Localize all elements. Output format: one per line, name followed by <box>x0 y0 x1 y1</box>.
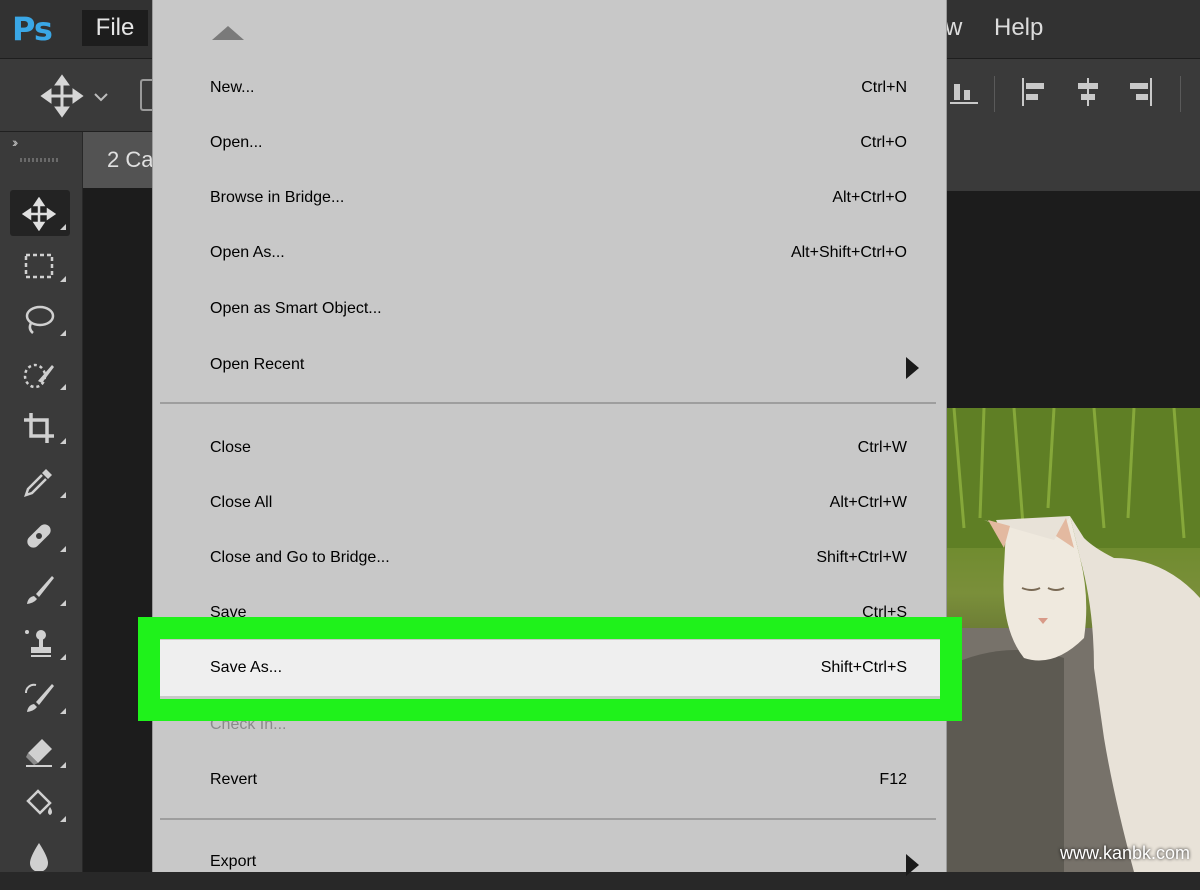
drop-icon <box>30 843 48 871</box>
move-tool-icon[interactable] <box>40 74 84 118</box>
options-separator <box>994 76 995 112</box>
healing-brush-tool[interactable] <box>10 512 70 558</box>
menu-item-new[interactable]: New... Ctrl+N <box>152 60 945 116</box>
menu-item-open-recent[interactable]: Open Recent <box>152 337 945 393</box>
menu-item-check-in[interactable]: Check In... <box>152 697 945 753</box>
cat-photo: www.kanbk.com <box>944 408 1200 872</box>
menu-item-revert[interactable]: Revert F12 <box>152 752 945 808</box>
menu-item-open-as[interactable]: Open As... Alt+Shift+Ctrl+O <box>152 225 945 281</box>
quick-selection-icon <box>23 363 54 389</box>
scroll-up-arrow-icon[interactable] <box>212 26 244 40</box>
watermark-text: www.kanbk.com <box>1059 843 1190 863</box>
clone-stamp-tool[interactable] <box>10 620 70 666</box>
document-tab[interactable]: 2 Ca <box>83 132 153 188</box>
menu-file[interactable]: File <box>82 10 148 46</box>
quick-selection-tool[interactable] <box>10 350 70 396</box>
eraser-tool[interactable] <box>10 728 70 774</box>
lasso-tool[interactable] <box>10 296 70 342</box>
menu-divider <box>160 402 936 404</box>
menu-item-browse-in-bridge[interactable]: Browse in Bridge... Alt+Ctrl+O <box>152 170 945 226</box>
align-center-icon[interactable] <box>1070 74 1106 110</box>
menu-item-save-as[interactable]: Save As... Shift+Ctrl+S <box>152 640 945 696</box>
align-right-icon[interactable] <box>1122 74 1158 110</box>
tab-bar <box>944 131 1200 191</box>
bandage-icon <box>27 524 51 548</box>
paint-bucket-tool[interactable] <box>10 782 70 828</box>
history-brush-tool[interactable] <box>10 674 70 720</box>
menu-window-partial[interactable]: w <box>945 14 962 42</box>
eraser-icon <box>26 739 52 767</box>
menu-help[interactable]: Help <box>994 14 1043 42</box>
submenu-arrow-icon <box>906 854 919 876</box>
lasso-icon <box>25 305 55 334</box>
menu-item-open-as-smart-object[interactable]: Open as Smart Object... <box>152 281 945 337</box>
collapse-panel-icon[interactable]: ›› <box>12 134 19 150</box>
distribute-bottom-icon[interactable] <box>946 74 982 110</box>
chevron-down-icon[interactable] <box>92 88 110 106</box>
panel-grip[interactable] <box>20 158 60 162</box>
crop-tool[interactable] <box>10 404 70 450</box>
history-brush-icon <box>25 683 54 712</box>
marquee-icon <box>24 253 54 279</box>
menu-item-open[interactable]: Open... Ctrl+O <box>152 115 945 171</box>
submenu-arrow-icon <box>906 357 919 379</box>
menu-divider <box>160 818 936 820</box>
menu-item-close-and-go-to-bridge[interactable]: Close and Go to Bridge... Shift+Ctrl+W <box>152 530 945 586</box>
eyedropper-icon <box>24 469 52 497</box>
menu-item-save[interactable]: Save Ctrl+S <box>152 585 945 641</box>
move-tool[interactable] <box>10 190 70 236</box>
menu-item-close[interactable]: Close Ctrl+W <box>152 420 945 476</box>
brush-icon <box>27 576 54 604</box>
blur-tool[interactable] <box>10 830 70 876</box>
brush-tool[interactable] <box>10 566 70 612</box>
photoshop-logo: Ps <box>12 10 53 48</box>
options-separator <box>1180 76 1181 112</box>
marquee-tool[interactable] <box>10 242 70 288</box>
crop-icon <box>24 413 54 443</box>
menu-item-close-all[interactable]: Close All Alt+Ctrl+W <box>152 475 945 531</box>
menu-item-export[interactable]: Export <box>152 834 945 890</box>
paint-bucket-icon <box>26 789 52 815</box>
eyedropper-tool[interactable] <box>10 458 70 504</box>
move-icon <box>22 197 56 231</box>
align-left-icon[interactable] <box>1016 74 1052 110</box>
stamp-icon <box>25 630 51 657</box>
